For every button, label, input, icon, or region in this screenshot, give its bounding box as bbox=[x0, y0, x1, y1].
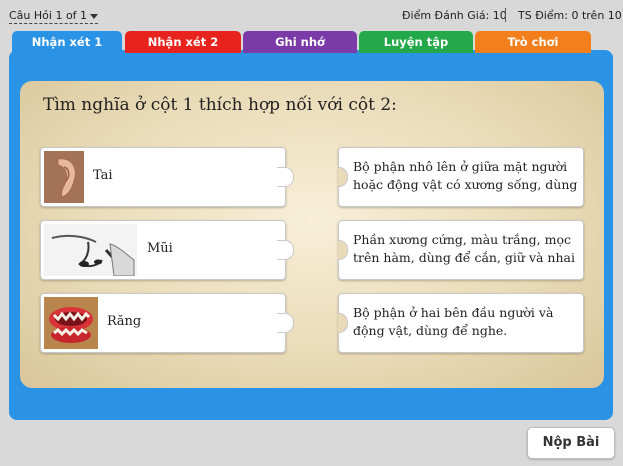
tab-nhan-xet-2[interactable]: Nhận xét 2 bbox=[125, 31, 241, 53]
total-score-label: TS Điểm: 0 trên 10 bbox=[518, 9, 622, 22]
question-text: Tìm nghĩa ở cột 1 thích hợp nối với cột … bbox=[43, 95, 397, 115]
right-item-2[interactable]: Phần xương cứng, màu trắng, mọc trên hàm… bbox=[338, 220, 584, 280]
teeth-model-image bbox=[44, 297, 98, 349]
left-item-label: Tai bbox=[93, 168, 113, 183]
left-item-rang[interactable]: Răng bbox=[40, 293, 294, 353]
ear-image bbox=[44, 151, 84, 203]
tab-tro-choi[interactable]: Trò chơi bbox=[475, 31, 591, 53]
right-item-text: Bộ phận ở hai bên đầu người và động vật,… bbox=[353, 305, 554, 338]
left-item-mui[interactable]: Mũi bbox=[40, 220, 294, 280]
left-item-label: Mũi bbox=[147, 241, 173, 256]
question-nav-dropdown[interactable]: Câu Hỏi 1 of 1 bbox=[9, 9, 99, 24]
nose-drawing-image bbox=[44, 224, 137, 276]
right-item-3[interactable]: Bộ phận ở hai bên đầu người và động vật,… bbox=[338, 293, 584, 353]
right-item-text: Bộ phận nhô lên ở giữa mặt người hoặc độ… bbox=[353, 159, 578, 192]
chevron-down-icon bbox=[90, 13, 99, 19]
connector-knob[interactable] bbox=[277, 167, 294, 187]
connector-knob[interactable] bbox=[277, 240, 294, 260]
divider bbox=[505, 8, 506, 22]
connector-notch[interactable] bbox=[338, 167, 348, 187]
right-item-1[interactable]: Bộ phận nhô lên ở giữa mặt người hoặc độ… bbox=[338, 147, 584, 207]
tab-nhan-xet-1[interactable]: Nhận xét 1 bbox=[12, 31, 122, 53]
left-item-tai[interactable]: Tai bbox=[40, 147, 294, 207]
left-item-label: Răng bbox=[107, 314, 142, 329]
submit-button[interactable]: Nộp Bài bbox=[527, 427, 615, 459]
score-label: Điểm Đánh Giá: 10 bbox=[402, 9, 507, 22]
connector-notch[interactable] bbox=[338, 240, 348, 260]
top-bar: Câu Hỏi 1 of 1 Điểm Đánh Giá: 10 TS Điểm… bbox=[0, 0, 623, 30]
connector-notch[interactable] bbox=[338, 313, 348, 333]
tab-ghi-nho[interactable]: Ghi nhớ bbox=[243, 31, 357, 53]
right-item-text: Phần xương cứng, màu trắng, mọc trên hàm… bbox=[353, 232, 575, 265]
question-stage: Tìm nghĩa ở cột 1 thích hợp nối với cột … bbox=[20, 81, 604, 388]
connector-knob[interactable] bbox=[277, 313, 294, 333]
slide-frame: Nhận xét 1 Nhận xét 2 Ghi nhớ Luyện tập … bbox=[9, 31, 613, 420]
question-nav-label: Câu Hỏi 1 of 1 bbox=[9, 9, 88, 22]
tab-luyen-tap[interactable]: Luyện tập bbox=[359, 31, 473, 53]
